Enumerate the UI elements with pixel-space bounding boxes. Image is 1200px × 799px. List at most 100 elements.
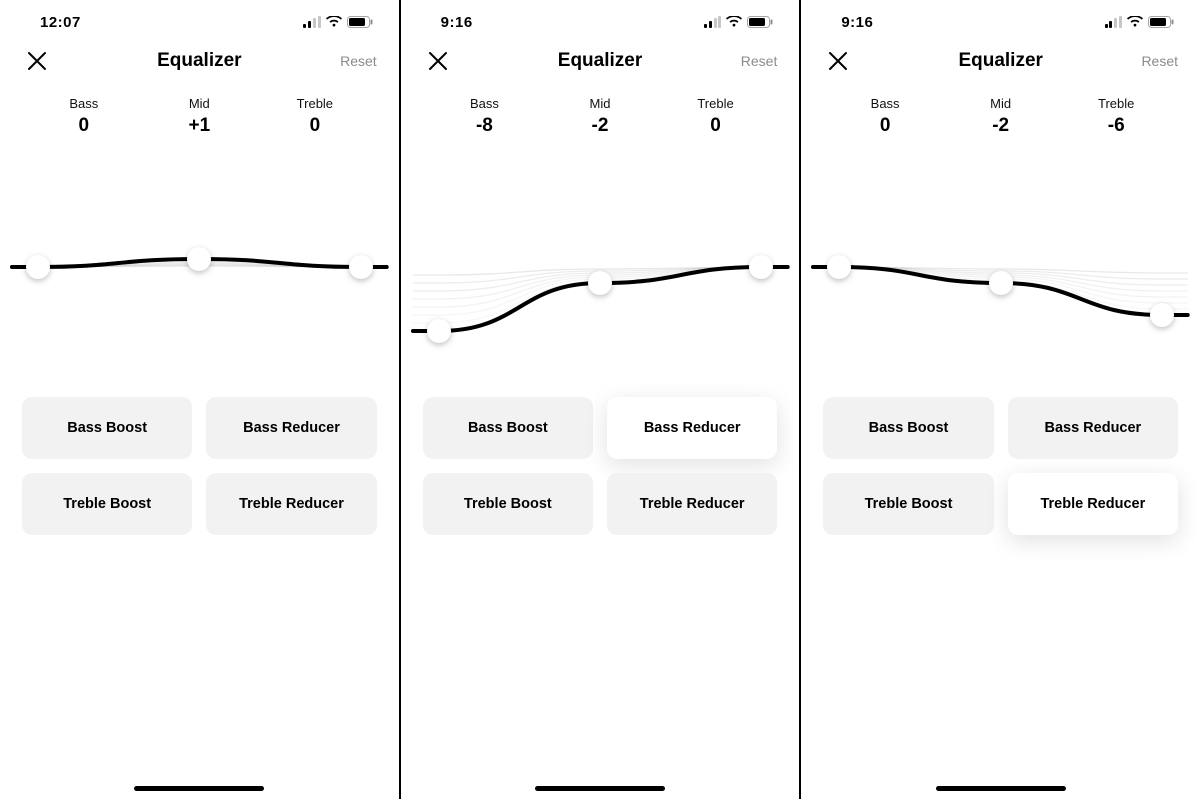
signal-icon bbox=[704, 17, 721, 28]
nav-bar: Equalizer Reset bbox=[801, 36, 1200, 86]
phone-frame: 9:16 Equalizer Reset Bass 0 bbox=[799, 0, 1200, 799]
preset-bass-reducer[interactable]: Bass Reducer bbox=[206, 397, 376, 459]
band-label: Mid bbox=[555, 96, 645, 111]
band-label: Mid bbox=[154, 96, 244, 111]
preset-treble-reducer[interactable]: Treble Reducer bbox=[607, 473, 777, 535]
eq-knob-bass[interactable] bbox=[827, 255, 851, 279]
page-title: Equalizer bbox=[157, 50, 241, 72]
preset-label: Treble Boost bbox=[63, 496, 151, 512]
preset-label: Bass Reducer bbox=[1044, 420, 1141, 436]
band-value-bass: 0 bbox=[39, 115, 129, 137]
status-clock: 9:16 bbox=[441, 14, 473, 31]
signal-icon bbox=[303, 17, 320, 28]
nav-bar: Equalizer Reset bbox=[0, 36, 399, 86]
reset-button[interactable]: Reset bbox=[1141, 53, 1178, 69]
band-bass: Bass 0 bbox=[840, 96, 930, 137]
preset-label: Treble Reducer bbox=[239, 496, 344, 512]
band-bass: Bass -8 bbox=[439, 96, 529, 137]
band-bass: Bass 0 bbox=[39, 96, 129, 137]
preset-grid: Bass Boost Bass Reducer Treble Boost Tre… bbox=[801, 397, 1200, 535]
eq-knob-bass[interactable] bbox=[26, 255, 50, 279]
band-label: Mid bbox=[956, 96, 1046, 111]
close-icon[interactable] bbox=[26, 50, 48, 72]
battery-icon bbox=[1148, 16, 1174, 28]
page-title: Equalizer bbox=[958, 50, 1042, 72]
eq-knob-treble[interactable] bbox=[1150, 303, 1174, 327]
preset-label: Bass Boost bbox=[869, 420, 949, 436]
status-clock: 12:07 bbox=[40, 14, 81, 31]
preset-label: Treble Reducer bbox=[1040, 496, 1145, 512]
home-indicator[interactable] bbox=[535, 786, 665, 791]
band-value-bass: -8 bbox=[439, 115, 529, 137]
band-value-treble: -6 bbox=[1071, 115, 1161, 137]
eq-knob-treble[interactable] bbox=[349, 255, 373, 279]
band-label: Bass bbox=[439, 96, 529, 111]
preset-bass-reducer[interactable]: Bass Reducer bbox=[1008, 397, 1178, 459]
status-bar: 12:07 bbox=[0, 0, 399, 36]
band-label: Bass bbox=[39, 96, 129, 111]
preset-treble-reducer[interactable]: Treble Reducer bbox=[1008, 473, 1178, 535]
status-bar: 9:16 bbox=[801, 0, 1200, 36]
preset-treble-reducer[interactable]: Treble Reducer bbox=[206, 473, 376, 535]
eq-curve[interactable] bbox=[401, 137, 800, 397]
reset-button[interactable]: Reset bbox=[741, 53, 778, 69]
battery-icon bbox=[347, 16, 373, 28]
wifi-icon bbox=[726, 16, 742, 28]
wifi-icon bbox=[1127, 16, 1143, 28]
band-value-mid: -2 bbox=[555, 115, 645, 137]
band-treble: Treble 0 bbox=[671, 96, 761, 137]
preset-treble-boost[interactable]: Treble Boost bbox=[823, 473, 993, 535]
preset-label: Treble Reducer bbox=[640, 496, 745, 512]
phone-frame: 9:16 Equalizer Reset Bass -8 bbox=[399, 0, 800, 799]
phone-frame: 12:07 Equalizer Reset Bass 0 bbox=[0, 0, 399, 799]
close-icon[interactable] bbox=[827, 50, 849, 72]
status-clock: 9:16 bbox=[841, 14, 873, 31]
eq-band-readout: Bass -8 Mid -2 Treble 0 bbox=[401, 86, 800, 137]
wifi-icon bbox=[326, 16, 342, 28]
preset-bass-boost[interactable]: Bass Boost bbox=[823, 397, 993, 459]
signal-icon bbox=[1105, 17, 1122, 28]
home-indicator[interactable] bbox=[936, 786, 1066, 791]
preset-grid: Bass Boost Bass Reducer Treble Boost Tre… bbox=[0, 397, 399, 535]
eq-curve[interactable] bbox=[801, 137, 1200, 397]
eq-knob-mid[interactable] bbox=[588, 271, 612, 295]
home-indicator[interactable] bbox=[134, 786, 264, 791]
eq-knob-treble[interactable] bbox=[749, 255, 773, 279]
preset-label: Treble Boost bbox=[865, 496, 953, 512]
band-treble: Treble -6 bbox=[1071, 96, 1161, 137]
preset-label: Bass Boost bbox=[67, 420, 147, 436]
band-value-mid: +1 bbox=[154, 115, 244, 137]
preset-label: Treble Boost bbox=[464, 496, 552, 512]
eq-curve[interactable] bbox=[0, 137, 399, 397]
eq-knob-mid[interactable] bbox=[989, 271, 1013, 295]
band-label: Treble bbox=[270, 96, 360, 111]
preset-grid: Bass Boost Bass Reducer Treble Boost Tre… bbox=[401, 397, 800, 535]
preset-treble-boost[interactable]: Treble Boost bbox=[22, 473, 192, 535]
reset-button[interactable]: Reset bbox=[340, 53, 377, 69]
preset-label: Bass Boost bbox=[468, 420, 548, 436]
preset-treble-boost[interactable]: Treble Boost bbox=[423, 473, 593, 535]
nav-bar: Equalizer Reset bbox=[401, 36, 800, 86]
eq-band-readout: Bass 0 Mid -2 Treble -6 bbox=[801, 86, 1200, 137]
preset-label: Bass Reducer bbox=[243, 420, 340, 436]
status-icons bbox=[704, 16, 773, 28]
eq-knob-bass[interactable] bbox=[427, 319, 451, 343]
eq-knob-mid[interactable] bbox=[187, 247, 211, 271]
band-treble: Treble 0 bbox=[270, 96, 360, 137]
status-bar: 9:16 bbox=[401, 0, 800, 36]
band-mid: Mid -2 bbox=[956, 96, 1046, 137]
battery-icon bbox=[747, 16, 773, 28]
preset-label: Bass Reducer bbox=[644, 420, 741, 436]
band-value-treble: 0 bbox=[671, 115, 761, 137]
band-value-mid: -2 bbox=[956, 115, 1046, 137]
preset-bass-boost[interactable]: Bass Boost bbox=[423, 397, 593, 459]
eq-band-readout: Bass 0 Mid +1 Treble 0 bbox=[0, 86, 399, 137]
band-mid: Mid -2 bbox=[555, 96, 645, 137]
page-title: Equalizer bbox=[558, 50, 642, 72]
preset-bass-boost[interactable]: Bass Boost bbox=[22, 397, 192, 459]
close-icon[interactable] bbox=[427, 50, 449, 72]
status-icons bbox=[1105, 16, 1174, 28]
preset-bass-reducer[interactable]: Bass Reducer bbox=[607, 397, 777, 459]
band-mid: Mid +1 bbox=[154, 96, 244, 137]
status-icons bbox=[303, 16, 372, 28]
